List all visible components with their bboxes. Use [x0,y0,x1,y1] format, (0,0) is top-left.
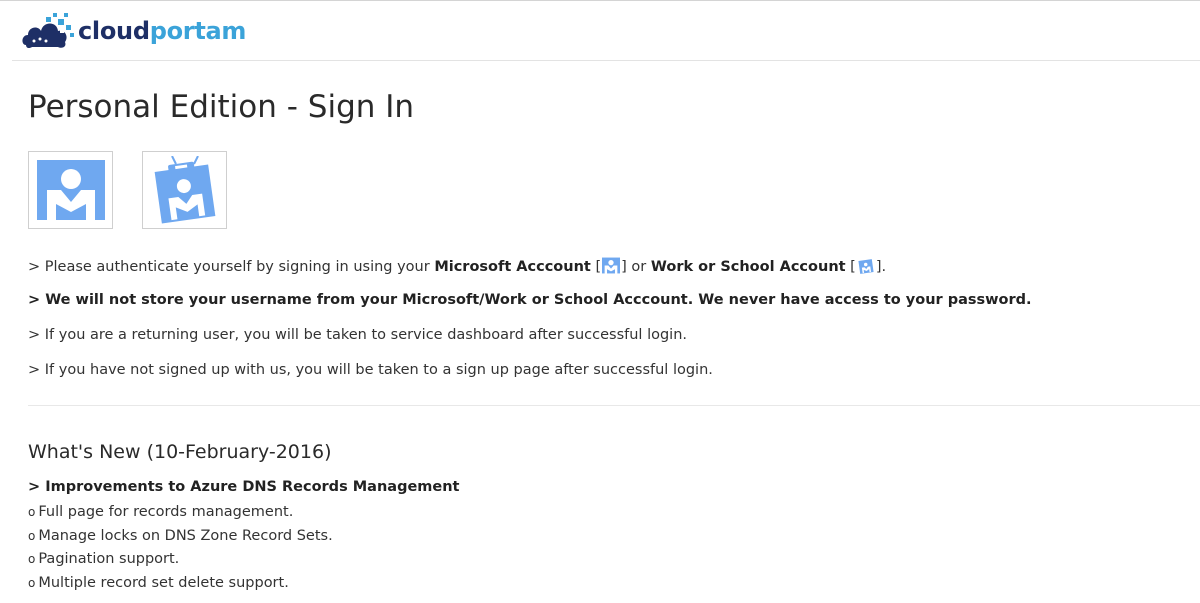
cloudportam-logo[interactable]: cloudportam [20,9,246,53]
whats-new-headline: > Improvements to Azure DNS Records Mana… [28,479,460,495]
header: cloudportam [0,1,1200,61]
bullet: o [28,505,36,519]
work-school-account-signin-button[interactable] [142,151,227,229]
whats-new-list: o Full page for records management. o Mana… [28,501,333,595]
info-line-authenticate: > Please authenticate yourself by signin… [28,257,886,275]
page: cloudportam Personal Edition - Sign In >… [0,0,1200,603]
whats-new-title: What's New (10-February-2016) [28,441,332,463]
bullet: o [28,575,36,590]
list-item-text: Full page for records management. [38,504,294,520]
info-line-returning-user: > If you are a returning user, you will … [28,327,687,343]
info-prefix: > Please authenticate yourself by signin… [28,259,435,275]
brand-name-portam: portam [149,17,247,45]
list-item: o Manage locks on DNS Zone Record Sets. [28,525,333,549]
cloud-logo-icon [22,13,74,49]
microsoft-account-label: Microsoft Acccount [434,259,591,275]
list-item-text: Multiple record set delete support. [38,574,289,591]
page-title: Personal Edition - Sign In [28,89,415,125]
info-line-privacy: > We will not store your username from y… [28,292,1032,308]
list-item: o Full page for records management. [28,501,333,525]
work-school-account-label: Work or School Account [650,259,846,275]
or-text: or [626,259,651,275]
list-item: o Pagination support. [28,548,333,572]
work-school-account-icon [154,156,215,224]
section-divider [28,405,1200,406]
bullet: o [28,552,36,566]
bullet: o [28,528,36,543]
list-item-text: Manage locks on DNS Zone Record Sets. [38,527,333,544]
list-item-text: Pagination support. [38,551,180,567]
work-school-account-mini-icon [858,259,874,274]
list-item: o Multiple record set delete support. [28,572,333,596]
microsoft-account-mini-icon [602,257,621,274]
line-end: ]. [875,259,887,275]
bracket-open: [ [590,259,602,275]
bracket-open-2: [ [845,259,856,275]
brand-name-cloud: cloud [78,17,150,45]
microsoft-account-icon [36,160,105,220]
header-divider [12,60,1200,61]
info-line-new-user: > If you have not signed up with us, you… [28,362,713,378]
microsoft-account-signin-button[interactable] [28,151,113,229]
brand-name: cloudportam [78,17,246,45]
